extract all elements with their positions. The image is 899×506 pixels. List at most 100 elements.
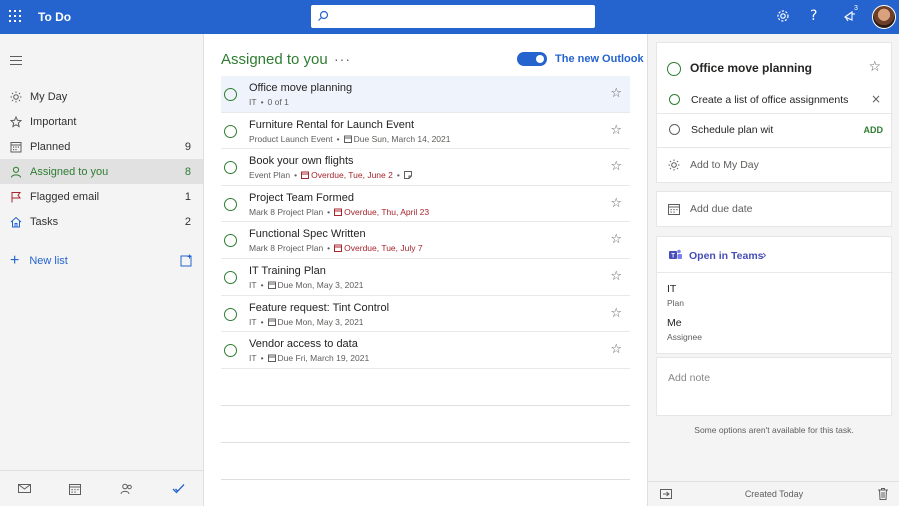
- open-in-teams-button[interactable]: T Open in Teams ›: [657, 237, 893, 273]
- calendar-icon: [334, 244, 343, 253]
- task-detail-title[interactable]: Office move planning: [690, 61, 812, 75]
- add-step-button[interactable]: ADD: [864, 125, 884, 135]
- task-row[interactable]: Vendor access to data IT • Due Fri, Marc…: [221, 332, 630, 369]
- sidebar-item-label: Flagged email: [30, 190, 100, 203]
- new-step-row: ADD: [657, 116, 893, 144]
- complete-checkbox[interactable]: [224, 88, 237, 101]
- sidebar-item-planned[interactable]: Planned 9: [0, 134, 203, 159]
- task-due-text: Overdue, Tue, June 2: [311, 170, 393, 181]
- calendar-icon: [10, 141, 22, 153]
- star-icon[interactable]: ☆: [610, 342, 622, 357]
- sidebar-item-my-day[interactable]: My Day: [0, 84, 203, 109]
- task-list-name: Mark 8 Project Plan: [249, 243, 324, 254]
- todo-check-icon[interactable]: [172, 483, 185, 495]
- open-in-teams-label: Open in Teams: [689, 250, 764, 262]
- task-meta: IT • 0 of 1: [249, 97, 289, 107]
- help-icon[interactable]: ?: [810, 8, 817, 24]
- star-icon[interactable]: ☆: [610, 86, 622, 101]
- app-title[interactable]: To Do: [38, 10, 71, 24]
- task-title: Vendor access to data: [249, 338, 358, 351]
- complete-checkbox[interactable]: [224, 197, 237, 211]
- step-checkbox: [669, 124, 680, 135]
- complete-checkbox[interactable]: [224, 270, 237, 284]
- task-detail-pane: Office move planning ☆ Create a list of …: [647, 34, 899, 506]
- notification-icon[interactable]: 3: [843, 5, 858, 25]
- star-icon[interactable]: ☆: [610, 232, 622, 247]
- star-icon[interactable]: ☆: [610, 123, 622, 138]
- add-due-date-button[interactable]: Add due date: [656, 191, 892, 227]
- task-row[interactable]: Feature request: Tint Control IT • Due M…: [221, 296, 630, 333]
- sidebar-item-label: Tasks: [30, 215, 59, 228]
- complete-checkbox[interactable]: [224, 234, 237, 248]
- hamburger-menu-icon[interactable]: [10, 56, 22, 65]
- task-due-text: Due Sun, March 14, 2021: [353, 133, 451, 144]
- complete-checkbox[interactable]: [224, 124, 237, 138]
- home-icon: [10, 216, 22, 228]
- new-step-input[interactable]: [691, 122, 801, 138]
- step-item[interactable]: Create a list of office assignments ×: [657, 86, 893, 114]
- add-to-my-day-button[interactable]: Add to My Day: [656, 147, 892, 183]
- complete-checkbox[interactable]: [667, 62, 681, 76]
- flag-icon: [10, 191, 22, 203]
- task-row[interactable]: Functional Spec Written Mark 8 Project P…: [221, 222, 630, 259]
- separator-dot: •: [260, 97, 264, 107]
- task-meta: IT • Due Mon, May 3, 2021: [249, 317, 364, 327]
- task-meta: IT • Due Mon, May 3, 2021: [249, 280, 364, 290]
- more-options-button[interactable]: ···: [334, 51, 351, 67]
- sidebar-item-flagged-email[interactable]: Flagged email 1: [0, 184, 203, 209]
- search-input[interactable]: [335, 8, 589, 25]
- detail-footer: Created Today: [648, 481, 899, 506]
- star-icon[interactable]: ☆: [610, 196, 622, 211]
- sidebar-item-assigned-to-you[interactable]: Assigned to you 8: [0, 159, 203, 184]
- separator-dot: •: [327, 243, 331, 254]
- star-icon[interactable]: ☆: [610, 306, 622, 321]
- calendar-app-icon[interactable]: [69, 483, 81, 495]
- task-due: Due Sun, March 14, 2021: [343, 133, 451, 144]
- people-icon[interactable]: [120, 483, 133, 495]
- note-field[interactable]: Add note: [656, 357, 892, 416]
- task-row[interactable]: IT Training Plan IT • Due Mon, May 3, 20…: [221, 259, 630, 296]
- person-icon: [10, 166, 22, 178]
- new-list-button[interactable]: + New list: [10, 253, 194, 269]
- task-row[interactable]: Office move planning IT • 0 of 1 ☆: [221, 76, 630, 113]
- task-list-name: Product Launch Event: [249, 133, 333, 144]
- avatar[interactable]: [872, 5, 896, 29]
- mail-icon[interactable]: [18, 483, 31, 494]
- options-notice: Some options aren't available for this t…: [694, 425, 854, 435]
- task-row[interactable]: Furniture Rental for Launch Event Produc…: [221, 113, 630, 150]
- separator-dot: •: [294, 170, 298, 181]
- task-due: Due Fri, March 19, 2021: [267, 353, 369, 363]
- task-title: Functional Spec Written: [249, 228, 366, 241]
- teams-card: T Open in Teams › IT Plan Me Assignee: [656, 236, 893, 354]
- assignee-field: Me Assignee: [667, 317, 702, 342]
- app-switcher-bar: [0, 470, 203, 506]
- task-due: Due Mon, May 3, 2021: [267, 280, 364, 290]
- trash-icon[interactable]: [878, 488, 888, 500]
- complete-checkbox[interactable]: [224, 344, 237, 358]
- task-row[interactable]: Project Team Formed Mark 8 Project Plan …: [221, 186, 630, 223]
- new-group-icon[interactable]: [180, 254, 193, 267]
- sidebar-item-label: My Day: [30, 90, 68, 103]
- complete-checkbox[interactable]: [224, 161, 237, 175]
- step-checkbox[interactable]: [669, 94, 680, 105]
- calendar-icon: [267, 354, 276, 363]
- task-list-name: IT: [249, 353, 257, 364]
- search-box[interactable]: [311, 5, 595, 28]
- close-icon[interactable]: ×: [871, 92, 881, 106]
- sidebar-item-important[interactable]: Important: [0, 109, 203, 134]
- top-bar: To Do ? 3: [0, 0, 899, 34]
- assignee-key: Assignee: [667, 332, 702, 342]
- task-list-name: IT: [249, 279, 257, 290]
- star-icon[interactable]: ☆: [610, 159, 622, 174]
- star-icon[interactable]: ☆: [610, 269, 622, 284]
- task-row[interactable]: Book your own flights Event Plan • Overd…: [221, 149, 630, 186]
- sidebar-item-tasks[interactable]: Tasks 2: [0, 209, 203, 234]
- app-launcher-icon[interactable]: [9, 10, 21, 22]
- star-icon[interactable]: ☆: [868, 59, 881, 75]
- search-icon: [318, 10, 329, 21]
- task-title: IT Training Plan: [249, 264, 326, 277]
- gear-icon[interactable]: [776, 9, 790, 23]
- complete-checkbox[interactable]: [224, 307, 237, 321]
- step-text[interactable]: Create a list of office assignments: [691, 94, 848, 106]
- new-outlook-toggle[interactable]: [517, 52, 547, 66]
